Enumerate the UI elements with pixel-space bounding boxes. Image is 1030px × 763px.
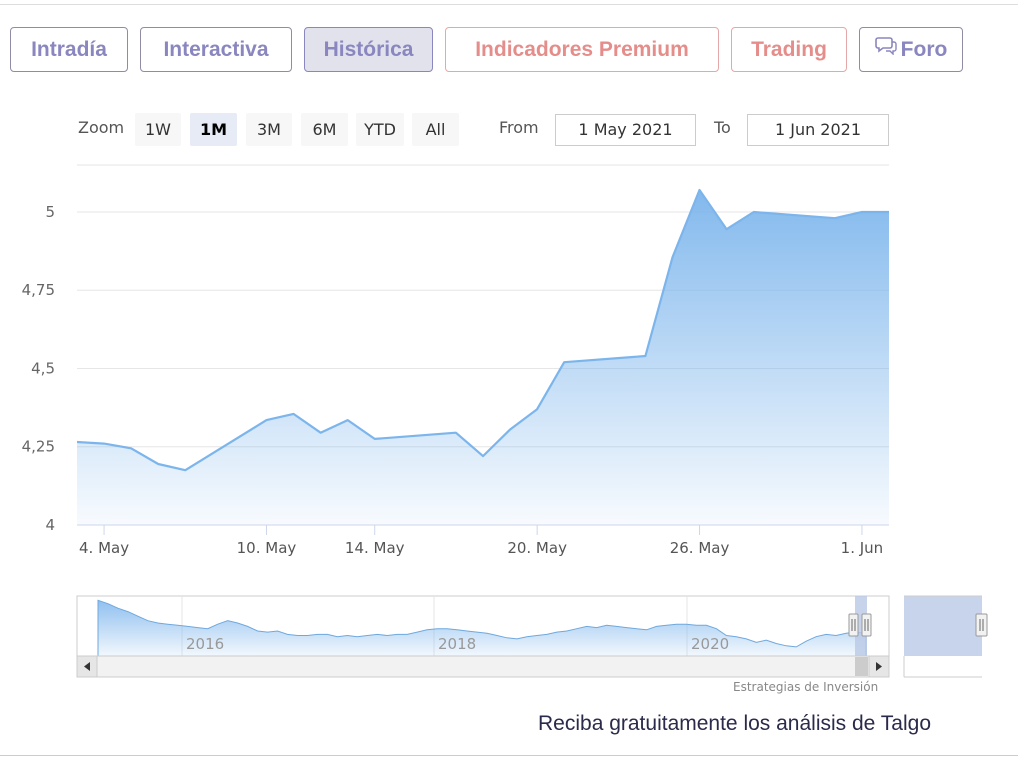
zoom-1m-button[interactable]: 1M [190, 113, 237, 146]
scrollbar-thumb[interactable] [855, 657, 868, 676]
x-tick-label: 10. May [237, 539, 297, 557]
tab-label: Indicadores Premium [475, 38, 689, 61]
zoom-6m-button[interactable]: 6M [301, 113, 348, 146]
tab-historica[interactable]: Histórica [304, 27, 433, 72]
zoom-ytd-button[interactable]: YTD [356, 113, 404, 146]
y-tick-label: 4 [45, 516, 55, 534]
navigator-handle-outer[interactable] [975, 613, 988, 637]
top-divider [0, 4, 1018, 5]
tab-label: Histórica [323, 38, 414, 61]
tab-intradia[interactable]: Intradía [10, 27, 128, 72]
price-area-fill [77, 190, 889, 525]
range-from-label: From [499, 118, 539, 137]
x-tick-label: 1. Jun [841, 539, 884, 557]
tab-label: Interactiva [163, 38, 269, 61]
range-to-input[interactable]: 1 Jun 2021 [747, 114, 889, 146]
y-tick-label: 5 [45, 203, 55, 221]
x-tick-label: 26. May [670, 539, 730, 557]
tab-foro[interactable]: Foro [859, 27, 963, 72]
y-tick-label: 4,75 [22, 281, 55, 299]
chart-credits[interactable]: Estrategias de Inversión [733, 680, 878, 694]
navigator-year-label: 2018 [438, 635, 476, 653]
navigator-handle-left[interactable] [848, 613, 859, 637]
chat-bubble-icon [874, 27, 897, 70]
tab-interactiva[interactable]: Interactiva [140, 27, 292, 72]
zoom-3m-button[interactable]: 3M [246, 113, 292, 146]
x-tick-label: 14. May [345, 539, 405, 557]
zoom-1w-button[interactable]: 1W [135, 113, 181, 146]
zoom-label: Zoom [78, 118, 125, 137]
x-tick-label: 20. May [507, 539, 567, 557]
navigator-year-label: 2016 [186, 635, 224, 653]
bottom-divider [0, 755, 1018, 756]
x-tick-label: 4. May [79, 539, 129, 557]
range-to-label: To [714, 118, 731, 137]
x-axis-ticks: 4. May 10. May 14. May 20. May 26. May 1. Jun [79, 525, 883, 557]
zoom-all-button[interactable]: All [412, 113, 459, 146]
navigator-handle-right[interactable] [861, 613, 872, 637]
tab-label: Intradía [31, 38, 107, 61]
price-area-chart: 4 4,25 4,5 4,75 5 4. May 10. May 14. May 20. Ma… [22, 164, 889, 557]
navigator-overflow-mask [904, 596, 982, 656]
y-axis-ticks: 4 4,25 4,5 4,75 5 [22, 203, 55, 534]
tab-indicadores-premium[interactable]: Indicadores Premium [445, 27, 719, 72]
y-tick-label: 4,25 [22, 438, 55, 456]
navigator-year-label: 2020 [691, 635, 729, 653]
subscribe-link[interactable]: Reciba gratuitamente los análisis de Tal… [538, 712, 931, 736]
scrollbar-track[interactable] [76, 655, 890, 678]
navigator: 2016 2018 2020 [76, 595, 988, 678]
y-tick-label: 4,5 [31, 359, 55, 377]
tab-label: Trading [751, 38, 827, 61]
tab-label: Foro [900, 38, 948, 61]
tab-trading[interactable]: Trading [731, 27, 847, 72]
range-from-input[interactable]: 1 May 2021 [555, 114, 696, 146]
